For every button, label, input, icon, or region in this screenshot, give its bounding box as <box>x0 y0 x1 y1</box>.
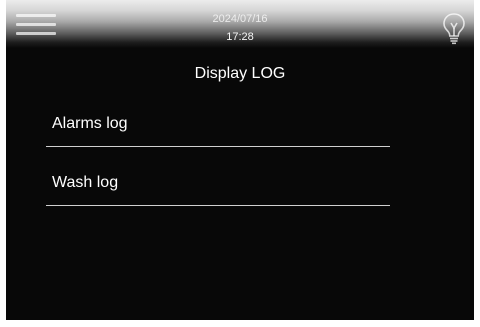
lightbulb-icon[interactable] <box>440 11 468 45</box>
display-screen: 2024/07/16 17:28 Display LOG Alarms log … <box>6 0 474 320</box>
menu-line <box>16 32 56 35</box>
wash-log-label: Wash log <box>52 174 119 191</box>
menu-line <box>16 23 56 26</box>
date-text: 2024/07/16 <box>212 13 268 25</box>
alarms-log-label: Alarms log <box>52 115 128 132</box>
hamburger-menu-icon[interactable] <box>16 12 56 38</box>
menu-line <box>16 14 56 17</box>
wash-log-item[interactable]: Wash log <box>46 165 390 206</box>
time-text: 17:28 <box>226 31 254 43</box>
date-time-display: 2024/07/16 17:28 <box>190 10 290 46</box>
page-title: Display LOG <box>194 65 286 82</box>
top-bar: 2024/07/16 17:28 <box>6 0 474 48</box>
alarms-log-item[interactable]: Alarms log <box>46 106 390 147</box>
